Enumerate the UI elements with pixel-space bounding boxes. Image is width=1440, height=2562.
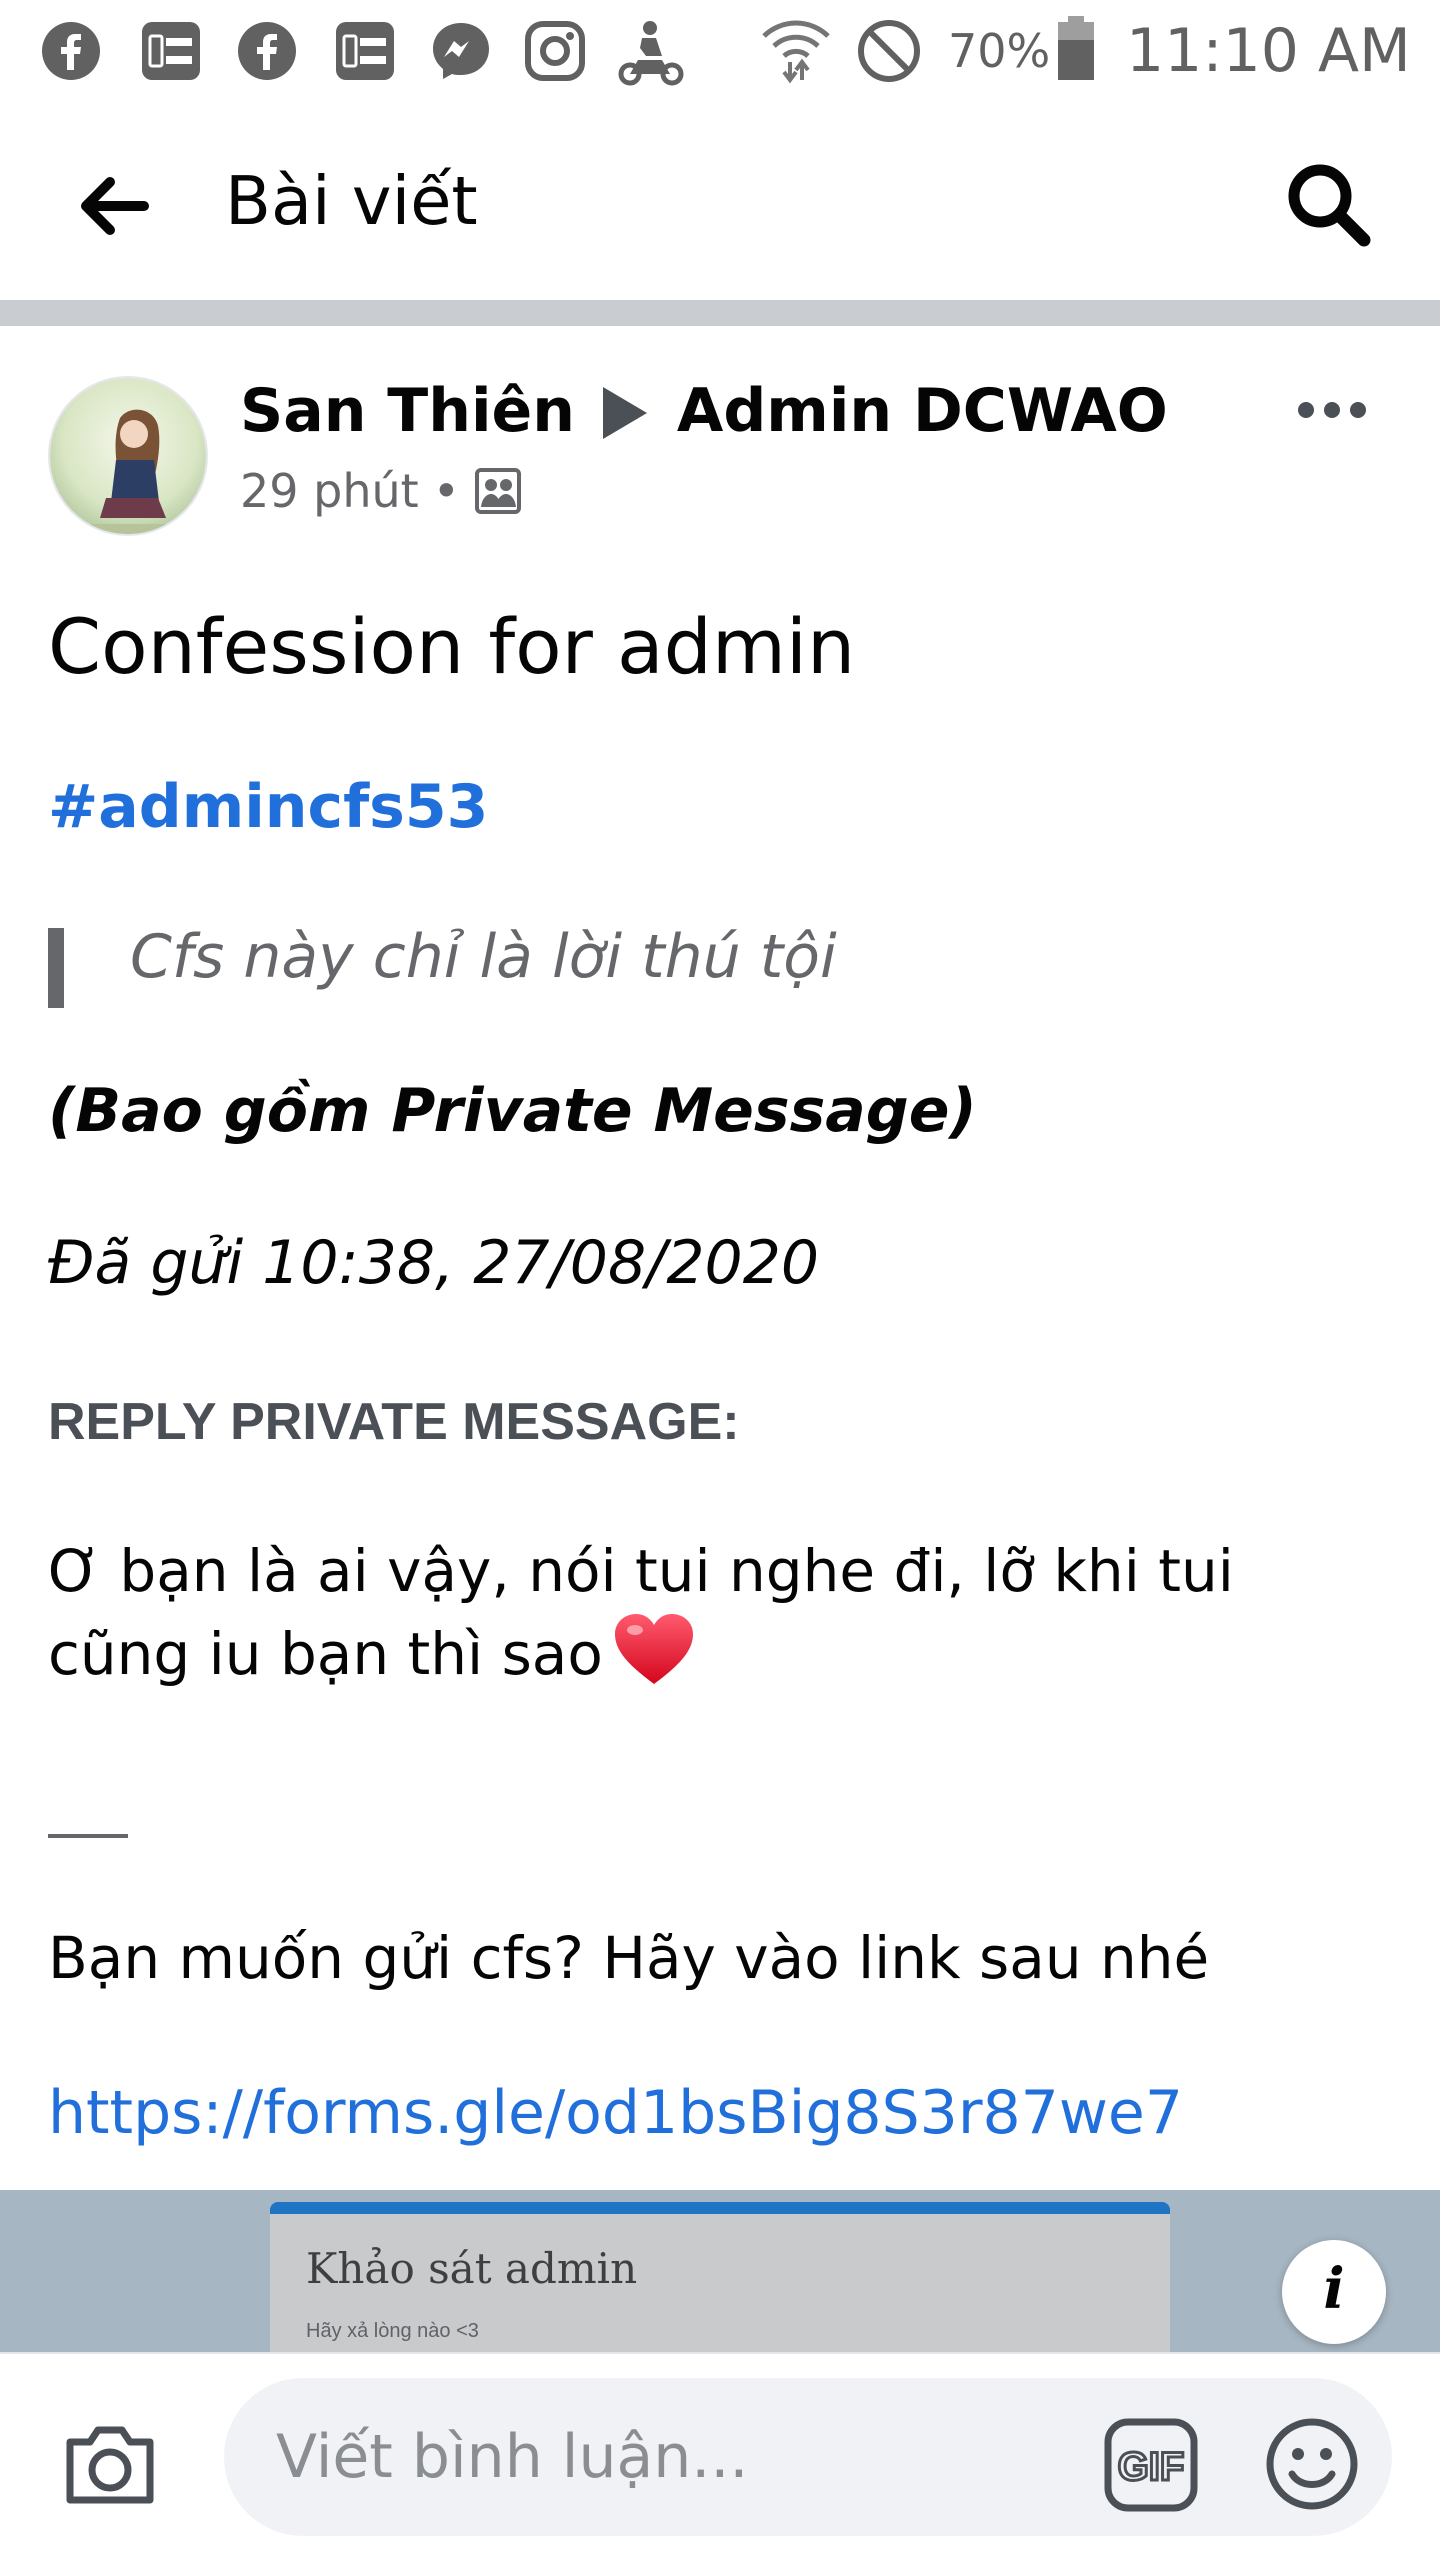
link-preview[interactable]: Khảo sát admin Hãy xả lòng nào <3 <box>0 2190 1440 2352</box>
preview-title: Khảo sát admin <box>306 2244 638 2293</box>
section-divider <box>0 300 1440 326</box>
quote-text: Cfs này chỉ là lời thú tội <box>130 922 837 992</box>
form-link[interactable]: https://forms.gle/od1bsBig8S3r87we7 <box>48 2078 1183 2148</box>
back-arrow-icon[interactable] <box>74 166 154 246</box>
comment-bar: GIF <box>0 2352 1440 2562</box>
avatar[interactable] <box>48 376 208 536</box>
group-privacy-icon <box>474 468 521 514</box>
divider-line: — <box>48 1834 128 1838</box>
reply-heading: REPLY PRIVATE MESSAGE: <box>48 1393 740 1451</box>
messenger-icon <box>433 23 489 79</box>
includes-note: (Bao gồm Private Message) <box>48 1076 977 1146</box>
info-icon: i <box>1323 2256 1345 2322</box>
reply-body: Ơ bạn là ai vậy, nói tui nghe đi, lỡ khi… <box>48 1530 1388 1695</box>
facebook-icon <box>238 22 296 80</box>
sent-timestamp: Đã gửi 10:38, 27/08/2020 <box>48 1228 820 1298</box>
preview-subtitle: Hãy xả lòng nào <3 <box>306 2320 479 2342</box>
do-not-disturb-icon <box>858 20 920 82</box>
camera-icon[interactable] <box>62 2420 158 2508</box>
gif-icon[interactable]: GIF <box>1104 2418 1198 2512</box>
clock: 11:10 AM <box>1126 16 1411 86</box>
facebook-icon <box>42 22 100 80</box>
instagram-icon <box>525 21 585 81</box>
battery-icon <box>1058 16 1094 80</box>
red-heart-icon <box>614 1614 693 1684</box>
gif-label: GIF <box>1118 2445 1185 2489</box>
app-bar: Bài viết <box>0 104 1440 300</box>
post-time[interactable]: 29 phút <box>240 464 419 518</box>
emoji-icon[interactable] <box>1264 2416 1360 2512</box>
posted-to-arrow-icon <box>602 387 647 439</box>
cta-text: Bạn muốn gửi cfs? Hãy vào link sau nhé <box>48 1924 1210 1992</box>
page-title: Bài viết <box>225 162 478 240</box>
comment-input[interactable] <box>224 2378 1392 2536</box>
battery-percent: 70% <box>948 24 1051 78</box>
quote-bar <box>48 928 64 1008</box>
separator-dot: • <box>432 464 460 518</box>
info-button[interactable]: i <box>1282 2240 1386 2344</box>
status-bar: 70% 11:10 AM <box>0 0 1440 104</box>
wifi-icon <box>762 20 830 84</box>
search-icon[interactable] <box>1282 158 1374 250</box>
post-author-line: San Thiên Admin DCWAO <box>240 376 1168 446</box>
author-name[interactable]: San Thiên <box>240 376 575 446</box>
hashtag-link[interactable]: #admincfs53 <box>48 772 488 842</box>
preview-card[interactable]: Khảo sát admin Hãy xả lòng nào <3 <box>270 2202 1170 2352</box>
baohay-icon <box>142 22 200 80</box>
baohay-icon <box>336 22 394 80</box>
delivery-icon <box>618 21 684 86</box>
more-options-icon[interactable] <box>1296 398 1368 422</box>
post-meta: 29 phút • <box>240 464 522 518</box>
target-page-name[interactable]: Admin DCWAO <box>677 376 1168 446</box>
post-title: Confession for admin <box>48 602 856 691</box>
